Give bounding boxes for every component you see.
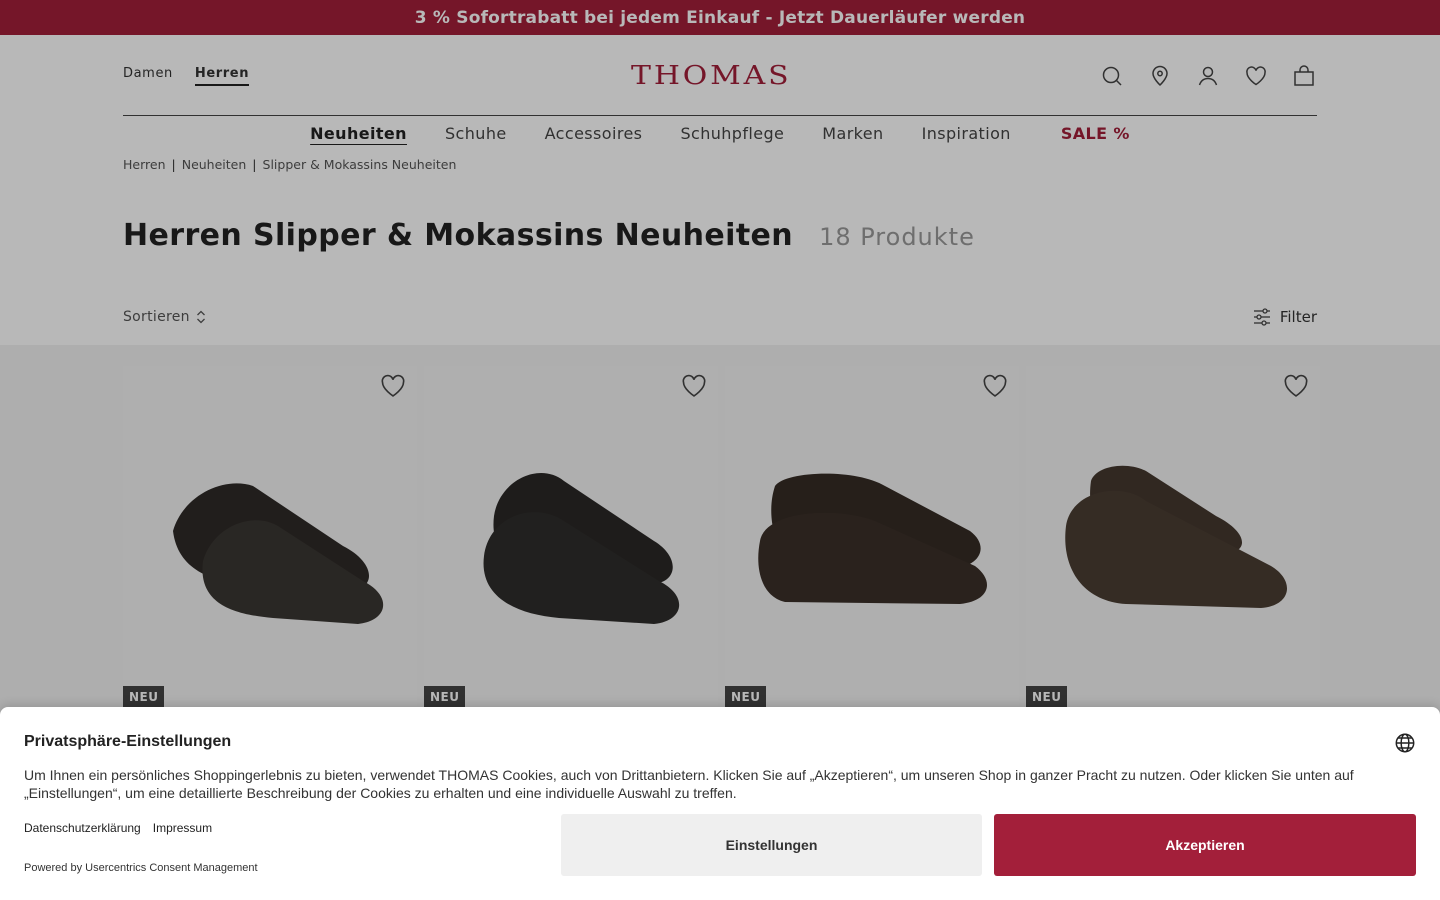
cookie-links: Datenschutzerklärung Impressum bbox=[24, 821, 212, 835]
accept-button[interactable]: Akzeptieren bbox=[994, 814, 1416, 876]
powered-by-text: Powered by Usercentrics Consent Manageme… bbox=[24, 862, 258, 874]
cookie-title: Privatsphäre-Einstellungen bbox=[24, 733, 232, 750]
settings-button[interactable]: Einstellungen bbox=[561, 814, 982, 876]
cookie-consent-banner: Privatsphäre-Einstellungen Um Ihnen ein … bbox=[0, 707, 1440, 900]
language-globe-icon[interactable] bbox=[1394, 732, 1416, 754]
privacy-policy-link[interactable]: Datenschutzerklärung bbox=[24, 821, 141, 835]
imprint-link[interactable]: Impressum bbox=[153, 821, 212, 835]
cookie-description: Um Ihnen ein persönliches Shoppingerlebn… bbox=[24, 767, 1354, 801]
